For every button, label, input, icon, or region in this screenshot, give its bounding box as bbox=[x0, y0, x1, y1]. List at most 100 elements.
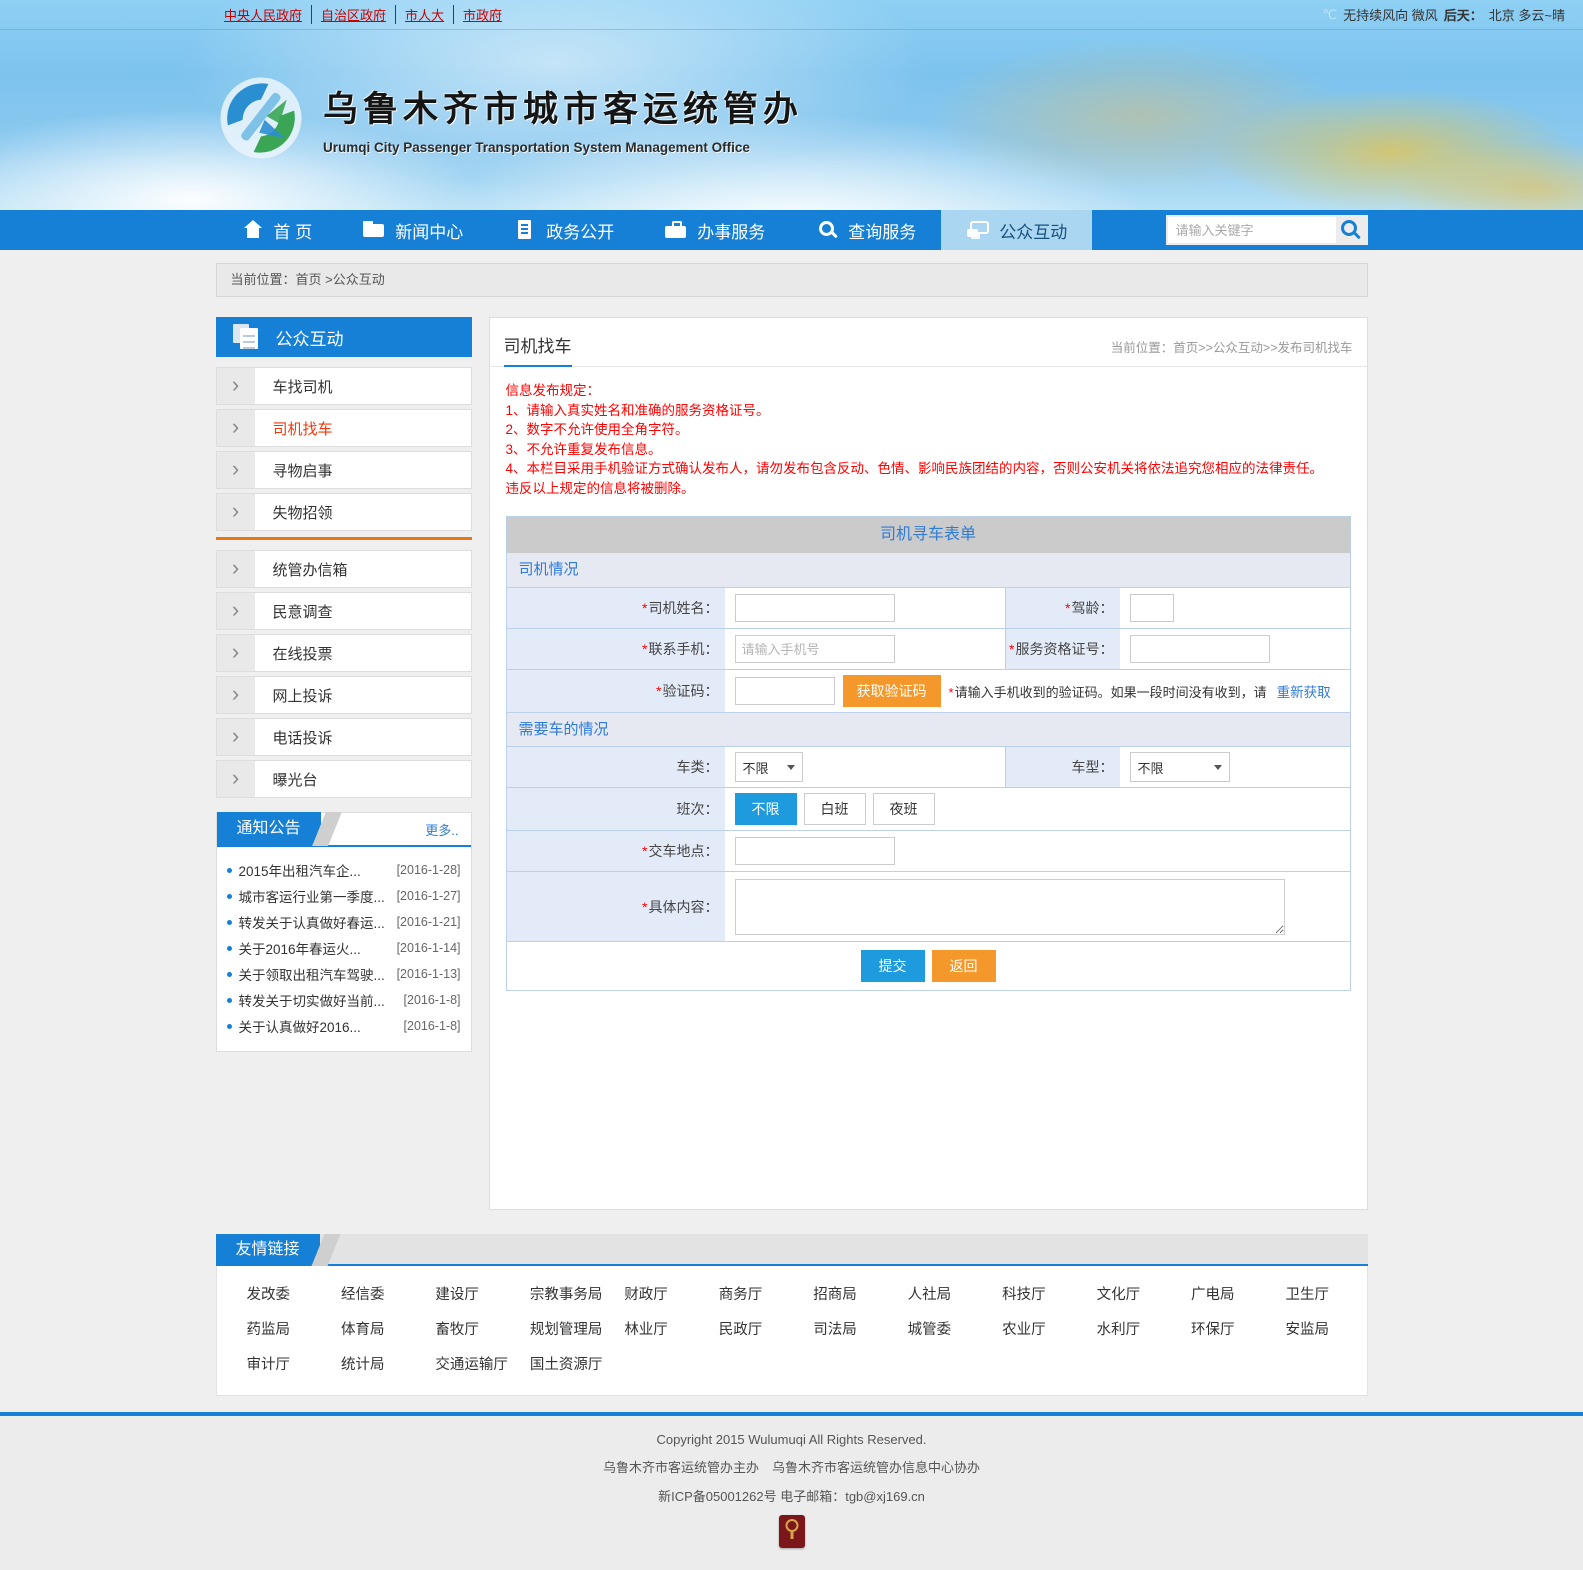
friendly-link[interactable]: 财政厅 bbox=[602, 1276, 696, 1311]
required-asterisk: * bbox=[656, 683, 661, 699]
bullet-icon bbox=[227, 920, 232, 925]
nav-item-label: 查询服务 bbox=[848, 218, 916, 243]
friendly-link[interactable]: 环保厅 bbox=[1169, 1311, 1263, 1346]
sidebar-item-label: 寻物启事 bbox=[273, 460, 333, 481]
sidebar-item[interactable]: 民意调查 bbox=[216, 592, 472, 630]
site-title: 乌鲁木齐市城市客运统管办 bbox=[323, 81, 803, 132]
car-model-select[interactable]: 不限 bbox=[1130, 752, 1230, 782]
friendly-link[interactable]: 城管委 bbox=[886, 1311, 980, 1346]
submit-button[interactable]: 提交 bbox=[861, 950, 925, 982]
gov-link[interactable]: 中央人民政府 bbox=[215, 5, 311, 24]
friendly-link[interactable]: 经信委 bbox=[319, 1276, 413, 1311]
notice-item[interactable]: 转发关于切实做好当前... [2016-1-8] bbox=[227, 987, 461, 1013]
notice-item[interactable]: 2015年出租汽车企... [2016-1-28] bbox=[227, 857, 461, 883]
captcha-retry-link[interactable]: 重新获取 bbox=[1277, 681, 1331, 701]
nav-item-label: 新闻中心 bbox=[395, 218, 463, 243]
shift-option-button[interactable]: 不限 bbox=[735, 793, 797, 825]
sidebar-item[interactable]: 寻物启事 bbox=[216, 451, 472, 489]
friendly-link[interactable]: 规划管理局 bbox=[508, 1311, 602, 1346]
friendly-link[interactable]: 司法局 bbox=[791, 1311, 885, 1346]
friendly-link[interactable]: 招商局 bbox=[791, 1276, 885, 1311]
cert-input[interactable] bbox=[1130, 635, 1270, 663]
sidebar-item-label: 车找司机 bbox=[273, 376, 333, 397]
chevron-right-icon bbox=[217, 494, 255, 530]
friendly-link[interactable]: 发改委 bbox=[225, 1276, 319, 1311]
notice-item-date: [2016-1-13] bbox=[397, 967, 461, 981]
notice-item[interactable]: 关于领取出租汽车驾驶... [2016-1-13] bbox=[227, 961, 461, 987]
driver-name-input[interactable] bbox=[735, 594, 895, 622]
gov-icp-badge-icon[interactable] bbox=[779, 1515, 805, 1548]
get-captcha-button[interactable]: 获取验证码 bbox=[843, 675, 941, 707]
shift-options: 不限白班夜班 bbox=[725, 788, 1350, 830]
friendly-link[interactable]: 交通运输厅 bbox=[413, 1346, 507, 1381]
breadcrumb: 当前位置：首页 >公众互动 bbox=[216, 263, 1368, 297]
captcha-input[interactable] bbox=[735, 677, 835, 705]
friendly-link[interactable]: 商务厅 bbox=[697, 1276, 791, 1311]
sidebar-item[interactable]: 网上投诉 bbox=[216, 676, 472, 714]
driving-years-input[interactable] bbox=[1130, 594, 1174, 622]
handover-place-input[interactable] bbox=[735, 837, 895, 865]
shift-option-button[interactable]: 夜班 bbox=[873, 793, 935, 825]
friendly-link[interactable]: 水利厅 bbox=[1075, 1311, 1169, 1346]
sidebar-item[interactable]: 车找司机 bbox=[216, 367, 472, 405]
sidebar-item[interactable]: 司机找车 bbox=[216, 409, 472, 447]
rule-line: 1、请输入真实姓名和准确的服务资格证号。 bbox=[506, 401, 1351, 421]
friendly-link[interactable]: 畜牧厅 bbox=[413, 1311, 507, 1346]
back-button[interactable]: 返回 bbox=[932, 950, 996, 982]
nav-item[interactable]: 查询服务 bbox=[790, 210, 941, 250]
detail-content-textarea[interactable] bbox=[735, 879, 1286, 935]
row-detail: * 具体内容： bbox=[507, 871, 1350, 941]
sidebar-item[interactable]: 在线投票 bbox=[216, 634, 472, 672]
friendly-link[interactable]: 广电局 bbox=[1169, 1276, 1263, 1311]
notice-item[interactable]: 关于2016年春运火... [2016-1-14] bbox=[227, 935, 461, 961]
forecast-label: 后天： bbox=[1444, 5, 1483, 24]
notice-item[interactable]: 城市客运行业第一季度... [2016-1-27] bbox=[227, 883, 461, 909]
gov-link[interactable]: 市人大 bbox=[395, 5, 453, 24]
sidebar-item[interactable]: 统管办信箱 bbox=[216, 550, 472, 588]
nav-item[interactable]: 新闻中心 bbox=[337, 210, 488, 250]
friendly-link[interactable]: 国土资源厅 bbox=[508, 1346, 602, 1381]
friendly-link[interactable]: 林业厅 bbox=[602, 1311, 696, 1346]
nav-item[interactable]: 首 页 bbox=[216, 210, 338, 250]
phone-input[interactable] bbox=[735, 635, 895, 663]
nav-item[interactable]: 公众互动 bbox=[941, 210, 1092, 250]
gov-link[interactable]: 自治区政府 bbox=[311, 5, 395, 24]
friendly-link[interactable]: 药监局 bbox=[225, 1311, 319, 1346]
sidebar-item-label: 失物招领 bbox=[273, 502, 333, 523]
chevron-right-icon bbox=[217, 761, 255, 797]
main-content: 司机找车 当前位置：首页>>公众互动>>发布司机找车 信息发布规定：1、请输入真… bbox=[489, 317, 1368, 1210]
notice-item[interactable]: 转发关于认真做好春运... [2016-1-21] bbox=[227, 909, 461, 935]
friendly-link[interactable]: 安监局 bbox=[1263, 1311, 1357, 1346]
required-asterisk: * bbox=[1065, 600, 1070, 616]
gov-links: 中央人民政府自治区政府市人大市政府 bbox=[215, 5, 511, 24]
sidebar-item-label: 网上投诉 bbox=[273, 685, 333, 706]
nav-item[interactable]: 办事服务 bbox=[639, 210, 790, 250]
sidebar-item[interactable]: 电话投诉 bbox=[216, 718, 472, 756]
shift-option-button[interactable]: 白班 bbox=[804, 793, 866, 825]
sidebar-item[interactable]: 失物招领 bbox=[216, 493, 472, 531]
friendly-link[interactable]: 文化厅 bbox=[1075, 1276, 1169, 1311]
friendly-link[interactable]: 审计厅 bbox=[225, 1346, 319, 1381]
friendly-links-list: 发改委经信委建设厅宗教事务局财政厅商务厅招商局人社局科技厅文化厅广电局卫生厅药监… bbox=[216, 1266, 1368, 1396]
friendly-link[interactable]: 人社局 bbox=[886, 1276, 980, 1311]
chevron-right-icon bbox=[217, 719, 255, 755]
friendly-link[interactable]: 宗教事务局 bbox=[508, 1276, 602, 1311]
notice-item[interactable]: 关于认真做好2016... [2016-1-8] bbox=[227, 1013, 461, 1039]
friendly-link[interactable]: 科技厅 bbox=[980, 1276, 1074, 1311]
nav-item[interactable]: 政务公开 bbox=[488, 210, 639, 250]
friendly-link[interactable]: 体育局 bbox=[319, 1311, 413, 1346]
notice-more-link[interactable]: 更多.. bbox=[425, 820, 470, 839]
car-class-select[interactable]: 不限 bbox=[735, 752, 803, 782]
bullet-icon bbox=[227, 1024, 232, 1029]
sidebar-item[interactable]: 曝光台 bbox=[216, 760, 472, 798]
friendly-link[interactable]: 农业厅 bbox=[980, 1311, 1074, 1346]
gov-link[interactable]: 市政府 bbox=[453, 5, 511, 24]
friendly-link[interactable]: 建设厅 bbox=[413, 1276, 507, 1311]
friendly-link[interactable]: 卫生厅 bbox=[1263, 1276, 1357, 1311]
search-button[interactable] bbox=[1336, 217, 1366, 243]
friendly-link[interactable]: 统计局 bbox=[319, 1346, 413, 1381]
rule-line: 3、不允许重复发布信息。 bbox=[506, 440, 1351, 460]
required-asterisk: * bbox=[642, 899, 647, 915]
search-input[interactable] bbox=[1168, 217, 1336, 243]
friendly-link[interactable]: 民政厅 bbox=[697, 1311, 791, 1346]
